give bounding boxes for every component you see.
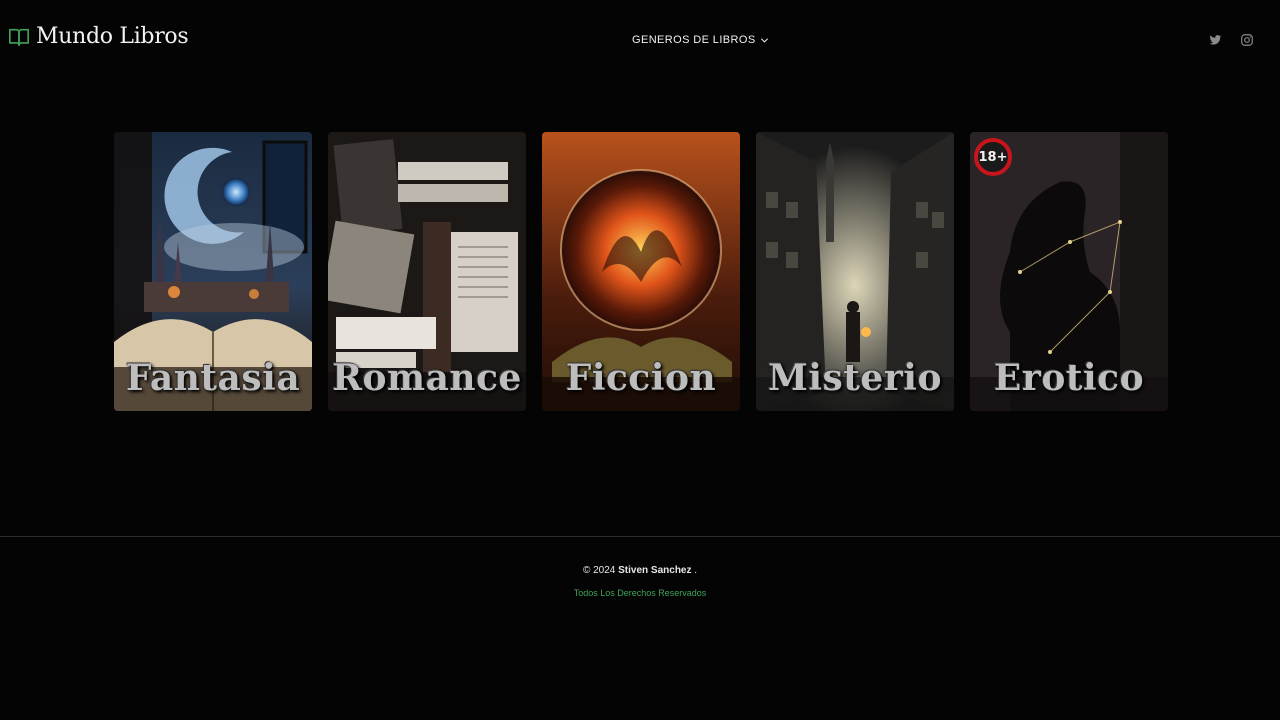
genre-cards: Fantasia Romance Ficcion Misterio 18+ Er… [114, 132, 1168, 411]
author-name[interactable]: Stiven Sanchez [618, 565, 691, 576]
brand-logo[interactable]: Mundo Libros [8, 24, 189, 49]
genres-dropdown-label: GENEROS DE LIBROS [632, 34, 756, 46]
social-links [1208, 33, 1254, 47]
footer-copyright: © 2024 Stiven Sanchez . [0, 565, 1280, 576]
site-header: Mundo Libros GENEROS DE LIBROS [0, 0, 1280, 80]
genre-title: Erotico [993, 357, 1145, 399]
twitter-icon[interactable] [1208, 33, 1222, 47]
brand-name: Mundo Libros [36, 24, 189, 49]
instagram-icon[interactable] [1240, 33, 1254, 47]
chevron-down-icon [760, 37, 768, 43]
footer-rights: Todos Los Derechos Reservados [573, 588, 707, 598]
copyright-suffix: . [694, 565, 698, 576]
genre-title: Fantasia [125, 357, 301, 399]
genres-dropdown[interactable]: GENEROS DE LIBROS [632, 34, 769, 46]
age-badge-text: 18+ [978, 149, 1008, 165]
genre-title: Ficcion [565, 357, 717, 399]
footer-divider [0, 536, 1280, 537]
age-badge: 18+ [974, 138, 1012, 176]
genre-card-fantasia[interactable]: Fantasia [114, 132, 312, 411]
copyright-year: © 2024 [582, 565, 616, 576]
genre-title: Romance [332, 357, 522, 399]
genre-title: Misterio [768, 357, 942, 399]
genre-card-romance[interactable]: Romance [328, 132, 526, 411]
genre-card-ficcion[interactable]: Ficcion [542, 132, 740, 411]
genre-card-erotico[interactable]: 18+ Erotico [970, 132, 1168, 411]
genre-card-misterio[interactable]: Misterio [756, 132, 954, 411]
open-book-icon [9, 28, 29, 47]
